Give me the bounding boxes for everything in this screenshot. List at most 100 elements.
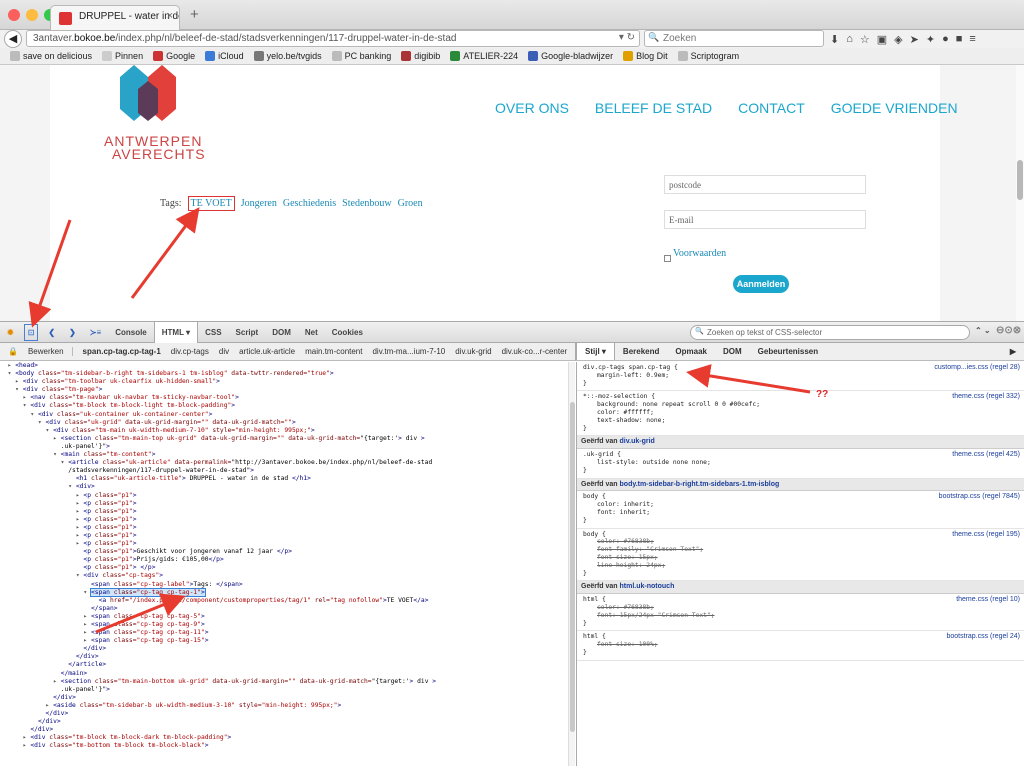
tree-twisty-icon[interactable]: ▾	[30, 411, 38, 418]
bookmark-item[interactable]: Pinnen	[102, 51, 143, 61]
tab-css[interactable]: CSS	[198, 322, 228, 343]
tree-twisty-icon[interactable]: ▸	[83, 629, 91, 636]
html-tree-node[interactable]: ▾ <div class="tm-main uk-width-medium-7-…	[0, 427, 568, 435]
tree-twisty-icon[interactable]: ▸	[15, 378, 23, 385]
css-rule[interactable]: body { color: inherit; font: inherit; } …	[577, 491, 1024, 529]
page-scrollbar[interactable]	[1016, 65, 1024, 321]
tree-twisty-icon[interactable]	[83, 581, 91, 588]
menu-item-beleef-de-stad[interactable]: BELEEF DE STAD	[595, 100, 712, 116]
css-source-link[interactable]: bootstrap.css (regel 7845)	[939, 493, 1020, 501]
css-property-overridden[interactable]: color: #76838b;	[583, 604, 1020, 612]
email-field[interactable]: E-mail	[664, 210, 866, 229]
html-tree-node[interactable]: ▾ <div class="cp-tags">	[0, 572, 568, 580]
menu-item-over-ons[interactable]: OVER ONS	[495, 100, 569, 116]
forward-arrow-icon[interactable]: ❯	[62, 322, 83, 343]
tree-twisty-icon[interactable]: ▾	[68, 483, 76, 490]
html-tree-node[interactable]: ▾ <span class="cp-tag cp-tag-1">	[0, 587, 568, 597]
command-line-icon[interactable]: ≻≡	[83, 322, 108, 343]
breadcrumb-item[interactable]: div	[219, 347, 229, 356]
extension-icon[interactable]: ✦	[926, 33, 935, 46]
tree-twisty-icon[interactable]: ▾	[83, 589, 91, 596]
breadcrumb-item[interactable]: div.tm-ma...ium-7-10	[372, 347, 445, 356]
download-icon[interactable]: ⬇	[830, 33, 839, 46]
html-tree-node[interactable]: <p class="p1"> </p>	[0, 564, 568, 572]
tree-twisty-icon[interactable]: ▸	[53, 678, 61, 685]
tree-twisty-icon[interactable]	[53, 443, 61, 450]
html-tree-node[interactable]: </article>	[0, 661, 568, 669]
inherited-target[interactable]: body.tm-sidebar-b-right.tm-sidebars-1.tm…	[620, 481, 780, 488]
css-property-overridden[interactable]: font: 15px/24px "Crimson Text";	[583, 612, 1020, 620]
html-tree-node[interactable]: ▾ <div class="tm-block tm-block-light tm…	[0, 402, 568, 410]
html-tree-node[interactable]: ▸ <head>	[0, 362, 568, 370]
html-tree-node[interactable]: ▸ <section class="tm-main-bottom uk-grid…	[0, 678, 568, 686]
css-property[interactable]: margin-left: 0.9em;	[583, 372, 1020, 380]
html-tree-node[interactable]: ▸ <span class="cp-tag cp-tag-11">	[0, 629, 568, 637]
css-source-link[interactable]: bootstrap.css (regel 24)	[946, 633, 1020, 641]
html-tree-node[interactable]: <h1 class="uk-article-title"> DRUPPEL - …	[0, 475, 568, 483]
html-tree-node[interactable]: ▸ <span class="cp-tag cp-tag-5">	[0, 613, 568, 621]
tree-twisty-icon[interactable]: ▸	[53, 435, 61, 442]
search-input[interactable]: Zoeken	[644, 30, 824, 47]
html-tree-node[interactable]: <a href="/index.php/nl/component/customp…	[0, 597, 568, 605]
page-scrollbar-thumb[interactable]	[1017, 160, 1023, 200]
html-tree-node[interactable]: ▸ <p class="p1">	[0, 516, 568, 524]
html-tree-node[interactable]: ▸ <div class="tm-toolbar uk-clearfix uk-…	[0, 378, 568, 386]
html-tree-node[interactable]: .uk-panel'}">	[0, 443, 568, 451]
tab-console[interactable]: Console	[108, 322, 154, 343]
side-tab-stijl[interactable]: Stijl ▾	[576, 343, 615, 360]
menu-item-contact[interactable]: CONTACT	[738, 100, 805, 116]
inherited-target[interactable]: div.uk-grid	[620, 438, 655, 445]
html-tree-node[interactable]: ▸ <div class="tm-bottom tm-block tm-bloc…	[0, 742, 568, 750]
breadcrumb-item[interactable]: div.uk-grid	[455, 347, 491, 356]
bookmark-item[interactable]: Google	[153, 51, 195, 61]
css-source-link[interactable]: theme.css (regel 332)	[952, 393, 1020, 401]
css-property[interactable]: color: #ffffff;	[583, 409, 1020, 417]
css-property-overridden[interactable]: color: #76838b;	[583, 538, 1020, 546]
html-tree-node[interactable]: ▸ <p class="p1">	[0, 508, 568, 516]
tag-link-groen[interactable]: Groen	[398, 198, 423, 211]
html-tree-node[interactable]: ▾ <div class="uk-grid" data-uk-grid-marg…	[0, 419, 568, 427]
breadcrumb-item[interactable]: article.uk-article	[239, 347, 295, 356]
tree-twisty-icon[interactable]	[38, 710, 46, 717]
bookmark-star-icon[interactable]: ☆	[860, 33, 870, 46]
send-icon[interactable]: ➤	[910, 33, 919, 46]
tag-link-stedenbouw[interactable]: Stedenbouw	[342, 198, 391, 211]
tree-twisty-icon[interactable]	[46, 694, 54, 701]
reload-icon[interactable]: ▾ ↻	[619, 32, 635, 43]
tree-twisty-icon[interactable]	[68, 475, 76, 482]
html-tree-node[interactable]: ▸ <p class="p1">	[0, 492, 568, 500]
terms-label[interactable]: Voorwaarden	[673, 248, 726, 259]
chat-icon[interactable]: ●	[942, 33, 949, 45]
tab-script[interactable]: Script	[229, 322, 266, 343]
breadcrumb-item[interactable]: div.uk-co...r-center	[502, 347, 568, 356]
back-arrow-icon[interactable]: ❮	[41, 322, 62, 343]
submit-button[interactable]: Aanmelden	[733, 275, 789, 293]
breadcrumb-item[interactable]: main.tm-content	[305, 347, 362, 356]
bookmark-item[interactable]: save on delicious	[10, 51, 92, 61]
css-rule[interactable]: html { color: #76838b; font: 15px/24px "…	[577, 594, 1024, 632]
close-window-button[interactable]	[8, 9, 20, 21]
html-tree-node[interactable]: /stadsverkenningen/117-druppel-water-in-…	[0, 467, 568, 475]
html-tree-node[interactable]: </div>	[0, 726, 568, 734]
tree-twisty-icon[interactable]: ▾	[46, 427, 54, 434]
html-tree-node[interactable]: </div>	[0, 710, 568, 718]
side-tab-berekend[interactable]: Berekend	[615, 343, 667, 360]
tab-cookies[interactable]: Cookies	[325, 322, 370, 343]
html-tree-node[interactable]: <span class="cp-tag-label">Tags: </span>	[0, 581, 568, 589]
terms-checkbox[interactable]	[664, 255, 671, 262]
html-tree-node[interactable]: ▸ <p class="p1">	[0, 532, 568, 540]
tree-twisty-icon[interactable]	[68, 653, 76, 660]
bookmark-item[interactable]: digibib	[401, 51, 440, 61]
firebug-icon[interactable]: ✹	[0, 322, 21, 343]
tree-twisty-icon[interactable]	[53, 670, 61, 677]
css-selector[interactable]: html {	[583, 596, 1020, 604]
html-tree-node[interactable]: ▾ <div class="tm-page">	[0, 386, 568, 394]
html-tree-node[interactable]: ▸ <span class="cp-tag cp-tag-9">	[0, 621, 568, 629]
tree-twisty-icon[interactable]	[53, 686, 61, 693]
back-button[interactable]: ◀	[4, 30, 22, 48]
tree-twisty-icon[interactable]	[83, 605, 91, 612]
css-property[interactable]: list-style: outside none none;	[583, 459, 1020, 467]
menu-item-goede-vrienden[interactable]: GOEDE VRIENDEN	[831, 100, 958, 116]
html-tree-node[interactable]: <p class="p1">Prijs/gids: €105,00</p>	[0, 556, 568, 564]
html-tree-node[interactable]: ▸ <nav class="tm-navbar uk-navbar tm-sti…	[0, 394, 568, 402]
